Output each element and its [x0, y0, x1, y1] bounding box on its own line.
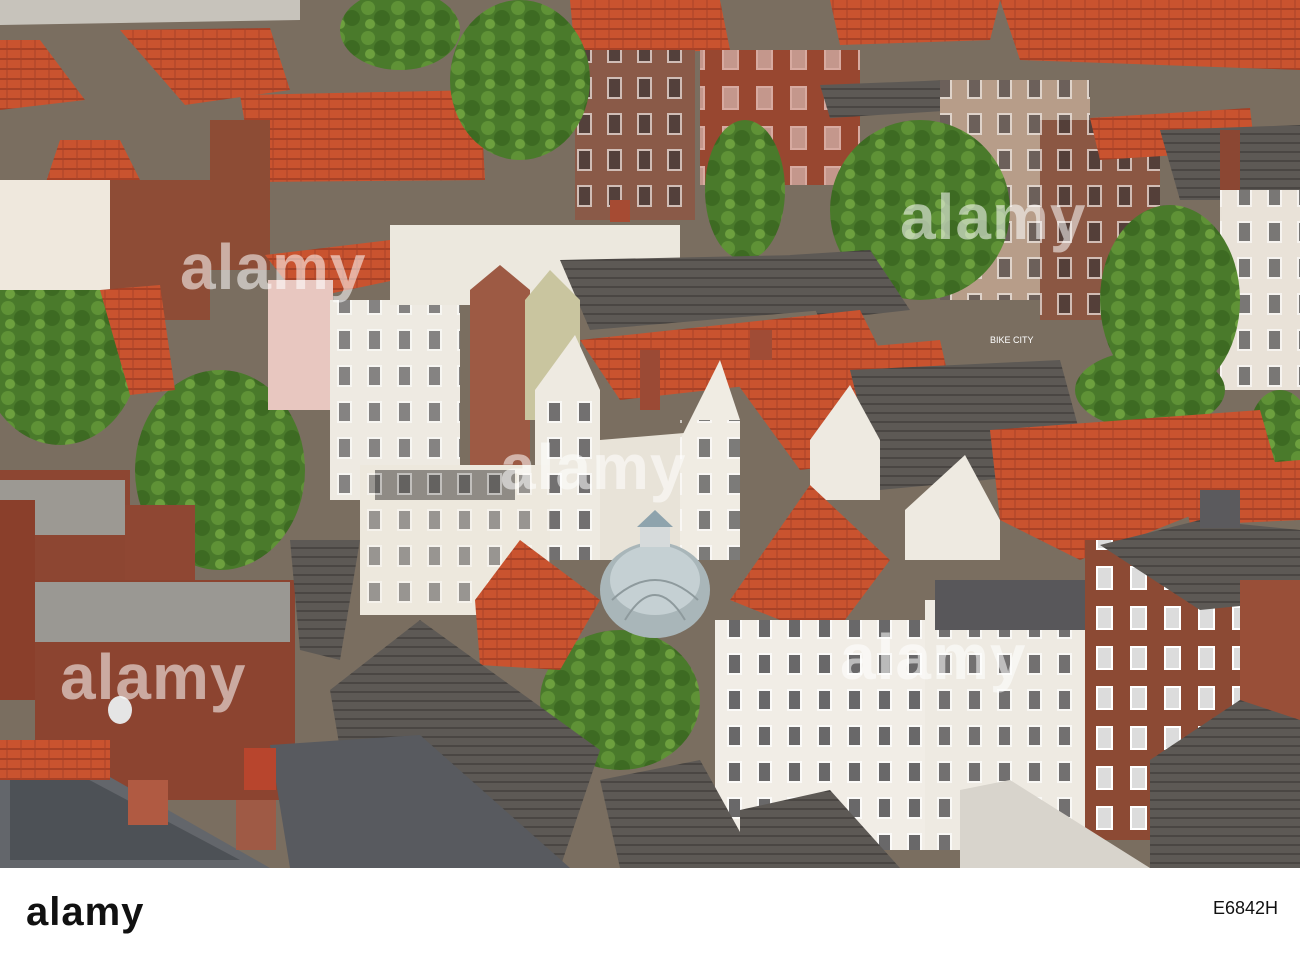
- alamy-logo: alamy: [20, 888, 240, 936]
- rooftops-photo: alamy alamy alamy alamy alamy BIKE CITY: [0, 0, 1300, 868]
- image-id: E6842H: [1212, 898, 1278, 918]
- logo-text: alamy: [26, 890, 145, 934]
- footer-bar: alamy E6842H: [0, 868, 1300, 956]
- shop-sign: BIKE CITY: [990, 335, 1034, 345]
